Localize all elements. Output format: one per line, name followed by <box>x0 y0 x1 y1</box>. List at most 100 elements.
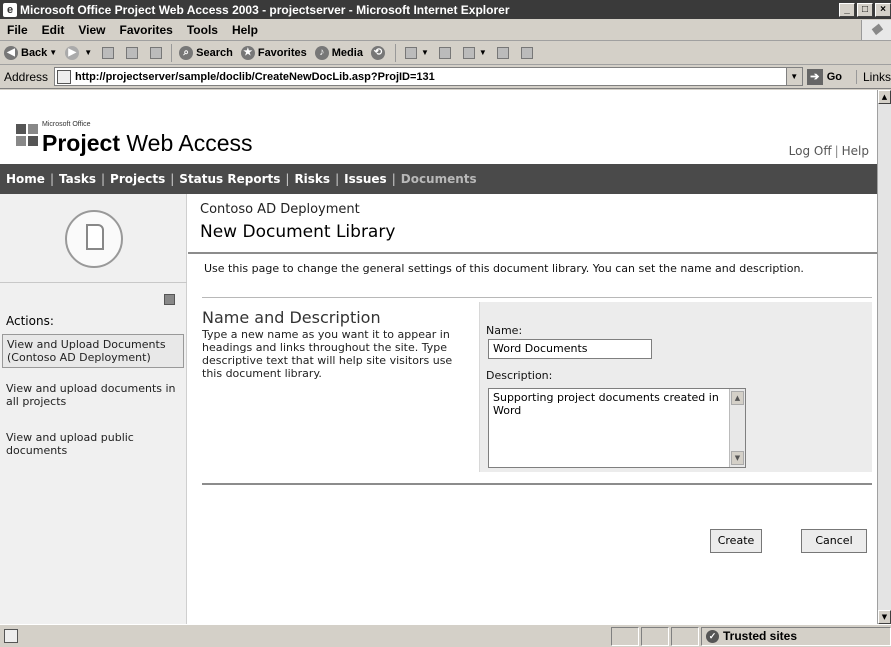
menu-tools[interactable]: Tools <box>180 23 225 37</box>
messenger-button[interactable] <box>515 46 539 59</box>
office-logo-icon <box>16 124 38 146</box>
back-button[interactable]: ◀ Back ▼ <box>0 45 61 60</box>
window-controls: _ □ × <box>839 2 891 17</box>
name-field[interactable]: Word Documents <box>488 339 652 359</box>
header-links: Log Off | Help <box>788 144 869 158</box>
home-button[interactable] <box>144 46 168 59</box>
status-panel <box>671 626 699 646</box>
page-icon <box>57 69 72 84</box>
cancel-button[interactable]: Cancel <box>801 529 867 553</box>
chevron-down-icon: ▼ <box>478 48 487 57</box>
address-input[interactable]: http://projectserver/sample/doclib/Creat… <box>54 67 803 86</box>
media-label: Media <box>331 46 363 59</box>
logo-rest: Web Access <box>119 130 253 156</box>
section-title: Name and Description <box>202 308 381 327</box>
chevron-down-icon: ▼ <box>420 48 429 57</box>
section-divider <box>202 297 872 298</box>
left-divider <box>0 282 187 283</box>
scroll-up-icon[interactable]: ▲ <box>878 90 891 104</box>
name-description-form: Name: Word Documents Description: Suppor… <box>479 302 872 472</box>
project-name: Contoso AD Deployment <box>200 202 360 217</box>
form-divider <box>202 483 872 485</box>
edit-word-button[interactable]: ▼ <box>457 46 491 59</box>
media-button[interactable]: ♪ Media <box>311 45 367 60</box>
minimize-button[interactable]: _ <box>839 2 855 17</box>
nav-documents[interactable]: Documents <box>401 172 477 186</box>
search-button[interactable]: ⌕ Search <box>175 45 237 60</box>
maximize-button[interactable]: □ <box>857 2 873 17</box>
menu-help[interactable]: Help <box>225 23 265 37</box>
history-button[interactable]: ⟲ <box>367 45 392 60</box>
windows-flag-icon: ◆ <box>861 19 891 40</box>
mail-button[interactable]: ▼ <box>399 46 433 59</box>
address-url: http://projectserver/sample/doclib/Creat… <box>75 70 435 83</box>
discuss-button[interactable] <box>491 46 515 59</box>
nav-tasks[interactable]: Tasks <box>59 172 96 186</box>
top-nav: Home | Tasks | Projects | Status Reports | R… <box>0 164 877 194</box>
toolbar: ◀ Back ▼ ▶ ▼ ⌕ Search ★ Favorites ♪ Media ⟲ ▼ … <box>0 41 891 65</box>
stop-button[interactable] <box>96 46 120 59</box>
search-icon: ⌕ <box>179 45 194 60</box>
title-divider <box>188 252 877 254</box>
log-off-link[interactable]: Log Off <box>789 144 832 158</box>
links-button[interactable]: Links <box>855 69 891 84</box>
toolbar-separator <box>394 43 396 62</box>
checkmark-icon: ✓ <box>706 629 719 643</box>
address-bar: Address http://projectserver/sample/docl… <box>0 65 891 89</box>
action-view-upload-all-projects[interactable]: View and upload documents in all project… <box>6 382 179 408</box>
discuss-icon <box>496 46 509 59</box>
favorites-button[interactable]: ★ Favorites <box>237 45 311 60</box>
nav-status-reports[interactable]: Status Reports <box>179 172 280 186</box>
title-bar: e Microsoft Office Project Web Access 20… <box>0 0 891 19</box>
menu-file[interactable]: File <box>0 23 35 37</box>
home-icon <box>150 46 163 59</box>
nav-projects[interactable]: Projects <box>110 172 165 186</box>
chevron-down-icon: ▼ <box>49 48 58 57</box>
print-icon <box>438 46 451 59</box>
action-view-upload-public[interactable]: View and upload public documents <box>6 431 179 457</box>
create-button[interactable]: Create <box>710 529 762 553</box>
description-field[interactable]: Supporting project documents created in … <box>488 388 746 468</box>
nav-risks[interactable]: Risks <box>294 172 330 186</box>
ie-icon: e <box>3 2 17 17</box>
scroll-up-icon[interactable]: ▲ <box>731 391 744 405</box>
forward-button[interactable]: ▶ ▼ <box>61 45 96 60</box>
go-arrow-icon: ➔ <box>806 68 823 85</box>
logo-subtitle: Microsoft Office <box>42 121 91 128</box>
page-done-icon <box>4 629 18 643</box>
toolbar-separator <box>171 43 173 62</box>
security-zone: ✓ Trusted sites <box>701 626 891 646</box>
print-button[interactable] <box>433 46 457 59</box>
scroll-down-icon[interactable]: ▼ <box>731 451 744 465</box>
media-icon: ♪ <box>314 45 329 60</box>
refresh-button[interactable] <box>120 46 144 59</box>
page-title: New Document Library <box>200 222 396 242</box>
close-button[interactable]: × <box>875 2 891 17</box>
nav-issues[interactable]: Issues <box>344 172 387 186</box>
menu-edit[interactable]: Edit <box>35 23 72 37</box>
back-arrow-icon: ◀ <box>4 45 18 60</box>
left-pane: Actions: View and Upload Documents (Cont… <box>0 194 187 624</box>
menu-view[interactable]: View <box>71 23 112 37</box>
action-view-upload-project-docs[interactable]: View and Upload Documents (Contoso AD De… <box>2 334 184 368</box>
page-viewport: Microsoft Office Project Web Access Log … <box>0 90 877 624</box>
search-label: Search <box>196 46 233 59</box>
messenger-icon <box>520 46 533 59</box>
collapse-pane-icon[interactable] <box>164 294 175 305</box>
nav-home[interactable]: Home <box>6 172 45 186</box>
app-logo: Project Web Access <box>42 130 253 157</box>
menu-favorites[interactable]: Favorites <box>112 23 179 37</box>
status-panel <box>611 626 639 646</box>
page-scrollbar[interactable]: ▲ ▼ <box>877 90 891 624</box>
zone-label: Trusted sites <box>723 629 798 643</box>
go-button[interactable]: ➔ Go <box>806 68 842 85</box>
scroll-down-icon[interactable]: ▼ <box>878 610 891 624</box>
window-title: Microsoft Office Project Web Access 2003… <box>20 2 510 17</box>
mail-icon <box>404 46 417 59</box>
description-text: Supporting project documents created in … <box>493 391 719 417</box>
address-dropdown-icon[interactable]: ▼ <box>785 68 802 85</box>
refresh-icon <box>126 46 139 59</box>
help-link[interactable]: Help <box>842 144 869 158</box>
description-scrollbar[interactable]: ▲ ▼ <box>729 389 745 467</box>
browser-window: e Microsoft Office Project Web Access 20… <box>0 0 891 647</box>
